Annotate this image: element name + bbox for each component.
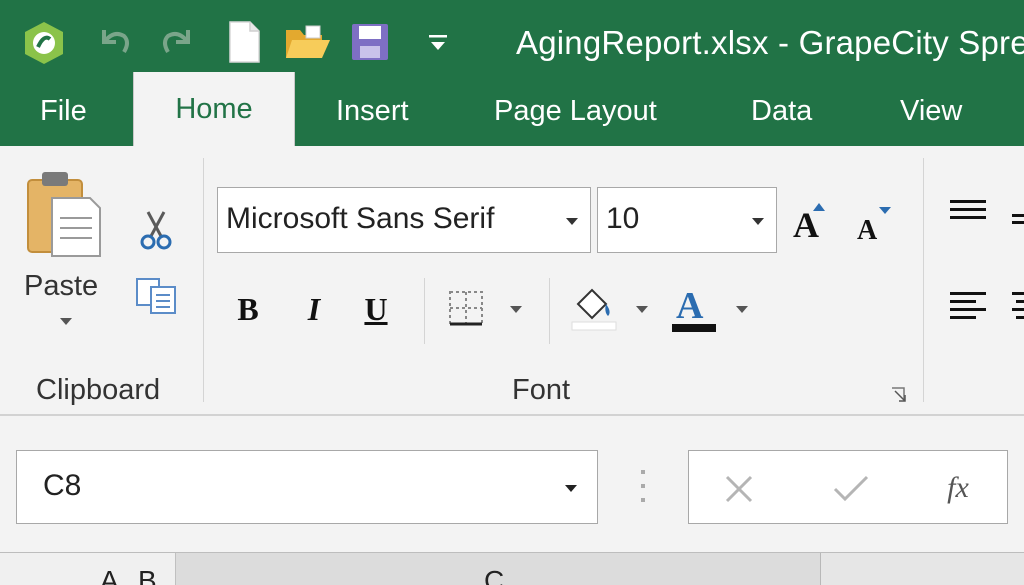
grid-header-strip: A B C (0, 552, 1024, 585)
copy-button[interactable] (134, 276, 180, 316)
formula-buttons: fx (688, 450, 1008, 524)
column-header-c[interactable]: C (484, 565, 504, 585)
underline-button[interactable]: U (356, 286, 396, 332)
paste-dropdown-icon (60, 318, 72, 325)
fill-color-button[interactable] (566, 284, 656, 334)
font-size-dropdown-icon[interactable] (752, 218, 764, 225)
font-name-value: Microsoft Sans Serif (226, 202, 495, 235)
cancel-edit-icon[interactable] (719, 469, 759, 509)
align-left-icon (950, 292, 986, 319)
title-bar: AgingReport.xlsx - GrapeCity Spre (0, 0, 1024, 82)
window-title: AgingReport.xlsx - GrapeCity Spre (516, 24, 1024, 61)
save-icon[interactable] (350, 22, 390, 67)
top-align-icon (950, 200, 986, 219)
fill-color-icon (571, 288, 617, 331)
formula-bar: C8 fx (0, 418, 1024, 548)
confirm-edit-icon[interactable] (829, 469, 873, 509)
group-separator-2 (923, 158, 924, 402)
scissors-icon (140, 211, 172, 250)
formula-bar-splitter[interactable] (640, 468, 646, 504)
clipboard-group-label: Clipboard (36, 374, 161, 406)
font-size-combo[interactable]: 10 (597, 187, 777, 253)
decrease-font-size-button[interactable]: A (852, 202, 896, 244)
customize-qat-icon[interactable] (426, 32, 450, 59)
copy-icon (136, 278, 176, 314)
borders-icon (449, 291, 483, 326)
increase-font-icon: A (793, 203, 825, 243)
undo-icon[interactable] (96, 24, 134, 65)
middle-align-button[interactable] (1004, 202, 1024, 236)
font-size-value: 10 (606, 202, 640, 235)
app-logo-icon[interactable] (22, 20, 66, 71)
align-center-button[interactable] (1004, 286, 1024, 326)
align-left-button[interactable] (944, 286, 992, 326)
align-center-icon (1012, 292, 1024, 319)
column-header-a[interactable]: A (100, 565, 119, 585)
name-box[interactable]: C8 (16, 450, 598, 524)
font-button-separator-2 (549, 278, 550, 344)
svg-text:A: A (857, 215, 878, 243)
tab-data[interactable]: Data (751, 82, 812, 146)
tab-file[interactable]: File (40, 82, 87, 146)
group-separator (203, 158, 204, 402)
font-group-label: Font (512, 374, 571, 406)
svg-text:A: A (676, 285, 704, 327)
middle-align-icon (1012, 214, 1024, 224)
column-header-b[interactable]: B (138, 565, 157, 585)
insert-function-button[interactable]: fx (935, 467, 981, 509)
font-color-button[interactable]: A (666, 282, 756, 334)
font-button-separator (424, 278, 425, 344)
font-name-dropdown-icon[interactable] (566, 218, 578, 225)
decrease-font-icon: A (857, 207, 891, 243)
tab-page-layout[interactable]: Page Layout (494, 82, 657, 146)
top-align-button[interactable] (944, 194, 992, 228)
font-dialog-launcher-icon[interactable] (888, 384, 910, 406)
increase-font-size-button[interactable]: A (788, 198, 834, 244)
ribbon-tabs: File Home Insert Page Layout Data View (0, 72, 1024, 146)
font-color-icon: A (672, 285, 716, 332)
fill-color-dropdown-icon[interactable] (636, 306, 648, 313)
name-box-value: C8 (43, 469, 82, 502)
name-box-dropdown-icon[interactable] (565, 485, 577, 492)
borders-button[interactable] (440, 286, 532, 332)
paste-label: Paste (24, 270, 99, 302)
tab-home[interactable]: Home (133, 72, 295, 146)
paste-button[interactable]: Paste (18, 168, 110, 348)
font-name-combo[interactable]: Microsoft Sans Serif (217, 187, 591, 253)
tab-view[interactable]: View (900, 82, 962, 146)
column-divider (820, 553, 821, 585)
redo-icon[interactable] (158, 24, 196, 65)
open-folder-icon[interactable] (284, 24, 332, 67)
font-color-dropdown-icon[interactable] (736, 306, 748, 313)
cut-button[interactable] (136, 206, 176, 252)
new-file-icon[interactable] (226, 20, 262, 69)
ribbon-home: Paste Clipboard Microsoft Sans Serif 10 (0, 146, 1024, 416)
borders-dropdown-icon[interactable] (510, 306, 522, 313)
italic-button[interactable]: I (294, 286, 334, 332)
tab-insert[interactable]: Insert (336, 82, 409, 146)
bold-button[interactable]: B (228, 286, 268, 332)
